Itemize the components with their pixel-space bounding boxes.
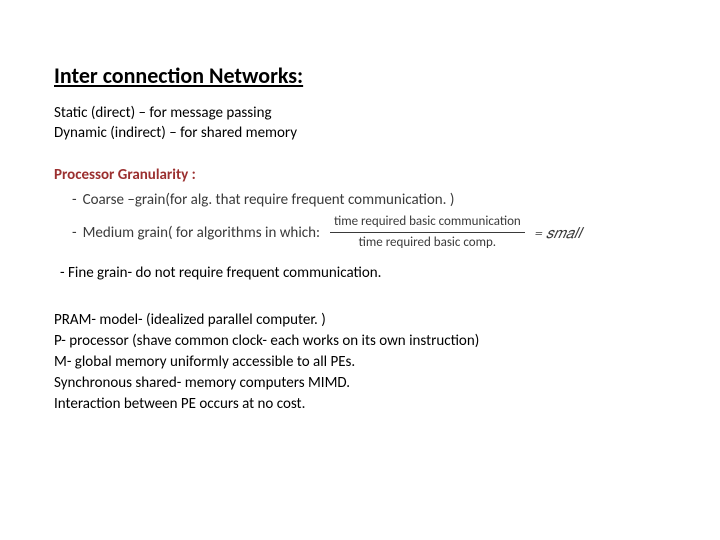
intro-block: Static (direct) – for message passing Dy… <box>54 103 666 144</box>
granularity-image-region: Processor Granularity : - Coarse –grain(… <box>54 166 666 255</box>
intro-line-static: Static (direct) – for message passing <box>54 103 666 123</box>
granularity-medium: - Medium grain( for algorithms in which:… <box>72 212 666 255</box>
pram-line-5: Interaction between PE occurs at no cost… <box>54 394 666 415</box>
slide-content: Inter connection Networks: Static (direc… <box>0 0 720 540</box>
granularity-list: - Coarse –grain(for alg. that require fr… <box>54 188 666 255</box>
slide-title: Inter connection Networks: <box>54 62 666 89</box>
fraction-numerator: time required basic communication <box>330 212 525 234</box>
fine-grain-line: - Fine grain- do not require frequent co… <box>60 264 666 282</box>
pram-line-4: Synchronous shared- memory computers MIM… <box>54 373 666 394</box>
granularity-header: Processor Granularity : <box>54 166 666 184</box>
fraction: time required basic communication time r… <box>330 212 525 255</box>
pram-line-1: PRAM- model- (idealized parallel compute… <box>54 310 666 331</box>
granularity-coarse-text: Coarse –grain(for alg. that require freq… <box>83 188 455 212</box>
pram-block: PRAM- model- (idealized parallel compute… <box>54 310 666 415</box>
bullet-dash-icon: - <box>72 188 77 212</box>
granularity-medium-prefix: Medium grain( for algorithms in which: <box>83 221 320 245</box>
bullet-dash-icon: - <box>72 221 77 245</box>
intro-line-dynamic: Dynamic (indirect) – for shared memory <box>54 123 666 143</box>
pram-line-3: M- global memory uniformly accessible to… <box>54 352 666 373</box>
pram-line-2: P- processor (shave common clock- each w… <box>54 331 666 352</box>
equation-tail: = 𝑠𝑚𝑎𝑙𝑙 <box>535 221 582 245</box>
granularity-coarse: - Coarse –grain(for alg. that require fr… <box>72 188 666 212</box>
fraction-denominator: time required basic comp. <box>355 233 500 254</box>
